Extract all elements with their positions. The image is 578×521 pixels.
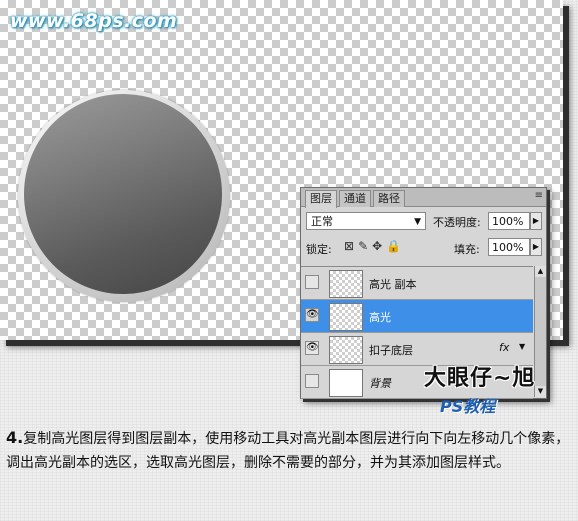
- layer-name: 背景: [369, 377, 391, 390]
- panel-tabs: 图层 通道 路径 ≡: [301, 188, 546, 208]
- lock-row: 锁定: ⊠✎✥🔒 填充: 100% ▶: [306, 238, 542, 258]
- layer-name: 高光: [369, 311, 391, 324]
- lock-transparency-icon[interactable]: ⊠: [344, 239, 358, 253]
- lock-label: 锁定:: [306, 243, 332, 256]
- fill-slider-arrow-icon[interactable]: ▶: [530, 238, 542, 256]
- layer-thumbnail: [329, 369, 363, 397]
- layers-scrollbar[interactable]: ▲ ▼: [534, 266, 546, 397]
- layer-thumbnail: [329, 303, 363, 331]
- step-text: 复制高光图层得到图层副本，使用移动工具对高光副本图层进行向下向左移动几个像素，调…: [6, 431, 570, 471]
- layer-thumbnail: [329, 336, 363, 364]
- lock-pixels-icon[interactable]: ✎: [358, 239, 372, 253]
- step-number: 4.: [6, 428, 24, 447]
- tab-channels[interactable]: 通道: [339, 190, 371, 207]
- fill-label: 填充:: [454, 243, 480, 256]
- layer-name: 扣子底层: [369, 344, 413, 357]
- lock-position-icon[interactable]: ✥: [372, 239, 386, 253]
- button-face: [24, 94, 222, 294]
- tab-paths[interactable]: 路径: [373, 190, 405, 207]
- lock-icons: ⊠✎✥🔒: [344, 239, 405, 253]
- expand-arrow-icon[interactable]: ▼: [519, 342, 525, 351]
- author-signature: 大眼仔~旭: [424, 366, 536, 391]
- tab-layers[interactable]: 图层: [305, 190, 337, 208]
- fill-input[interactable]: 100%: [488, 238, 530, 256]
- step-caption: 4.复制高光图层得到图层副本，使用移动工具对高光副本图层进行向下向左移动几个像素…: [6, 426, 572, 475]
- visibility-toggle[interactable]: [305, 374, 319, 388]
- opacity-label: 不透明度:: [433, 216, 481, 229]
- panel-menu-icon[interactable]: ≡: [535, 190, 543, 201]
- blend-row: 正常 ▼ 不透明度: 100% ▶: [306, 212, 542, 232]
- layer-thumbnail: [329, 270, 363, 298]
- fx-icon[interactable]: fx: [499, 341, 509, 354]
- lock-all-icon[interactable]: 🔒: [386, 239, 405, 253]
- opacity-input[interactable]: 100%: [488, 212, 530, 230]
- opacity-slider-arrow-icon[interactable]: ▶: [530, 212, 542, 230]
- scroll-up-icon[interactable]: ▲: [535, 266, 546, 277]
- watermark: www.68ps.com: [10, 10, 178, 32]
- eye-icon[interactable]: 👁: [305, 341, 319, 355]
- layer-row-highlight-copy[interactable]: 高光 副本: [301, 267, 533, 300]
- dropdown-arrow-icon: ▼: [414, 217, 421, 227]
- layer-row-highlight[interactable]: 👁 高光: [301, 300, 533, 333]
- blend-mode-value: 正常: [311, 215, 333, 228]
- blend-mode-select[interactable]: 正常 ▼: [306, 212, 426, 230]
- author-subtitle: PS教程: [440, 397, 496, 416]
- visibility-toggle[interactable]: [305, 275, 319, 289]
- scroll-down-icon[interactable]: ▼: [535, 386, 546, 397]
- layer-name: 高光 副本: [369, 278, 417, 291]
- eye-icon[interactable]: 👁: [305, 308, 319, 322]
